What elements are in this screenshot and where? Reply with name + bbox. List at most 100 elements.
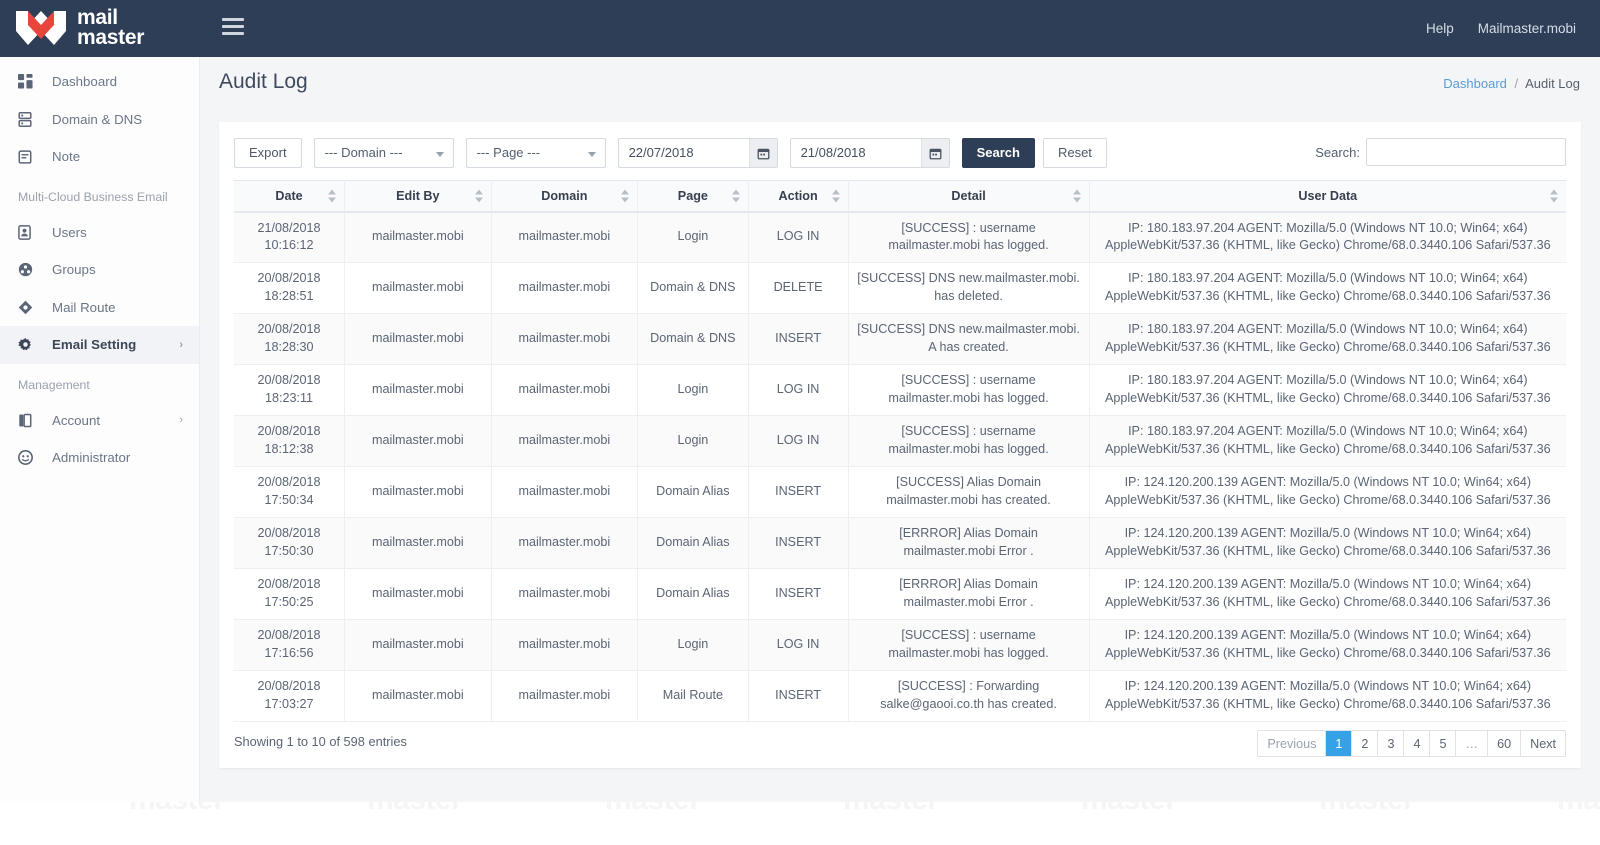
cell-edit-by: mailmaster.mobi xyxy=(345,314,492,365)
cell-user-data: IP: 124.120.200.139 AGENT: Mozilla/5.0 (… xyxy=(1089,467,1566,518)
column-header-page[interactable]: Page xyxy=(638,181,749,212)
sidebar-item-label: Users xyxy=(52,225,87,240)
column-header-date[interactable]: Date xyxy=(234,181,345,212)
sidebar-item-mail-route[interactable]: Mail Route xyxy=(0,289,199,327)
cell-detail: [SUCCESS] DNS new.mailmaster.mobi. has d… xyxy=(848,263,1089,314)
note-icon xyxy=(18,149,40,164)
sidebar-item-domain-dns[interactable]: Domain & DNS xyxy=(0,101,199,139)
column-header-detail[interactable]: Detail xyxy=(848,181,1089,212)
cell-page: Login xyxy=(638,212,749,263)
gear-icon xyxy=(18,337,40,352)
domain-select-value: --- Domain --- xyxy=(325,145,403,160)
date-from-value: 22/07/2018 xyxy=(629,145,694,160)
cell-action: LOG IN xyxy=(748,416,848,467)
table-body: 21/08/2018 10:16:12mailmaster.mobimailma… xyxy=(234,212,1566,722)
cell-detail: [SUCCESS] : username mailmaster.mobi has… xyxy=(848,416,1089,467)
column-header-label: Edit By xyxy=(396,189,439,203)
account-link[interactable]: Mailmaster.mobi xyxy=(1478,21,1576,36)
cell-page: Login xyxy=(638,416,749,467)
pagination-4[interactable]: 4 xyxy=(1404,731,1430,756)
cell-action: INSERT xyxy=(748,467,848,518)
sort-toggle-icon[interactable] xyxy=(1073,189,1081,202)
column-header-label: Page xyxy=(678,189,708,203)
date-to-input[interactable]: 21/08/2018 xyxy=(790,138,950,168)
page-title: Audit Log xyxy=(219,70,308,94)
page-select-value: --- Page --- xyxy=(477,145,541,160)
breadcrumb-current: Audit Log xyxy=(1525,76,1580,91)
pagination-5[interactable]: 5 xyxy=(1430,731,1456,756)
sidebar-item-users[interactable]: Users xyxy=(0,214,199,252)
breadcrumb-dashboard[interactable]: Dashboard xyxy=(1443,76,1507,91)
sidebar-item-account[interactable]: Account› xyxy=(0,402,199,440)
column-header-action[interactable]: Action xyxy=(748,181,848,212)
sort-toggle-icon[interactable] xyxy=(475,189,483,202)
sort-toggle-icon[interactable] xyxy=(621,189,629,202)
cell-domain: mailmaster.mobi xyxy=(491,569,638,620)
date-from-input[interactable]: 22/07/2018 xyxy=(618,138,778,168)
sort-toggle-icon[interactable] xyxy=(328,189,336,202)
pagination-3[interactable]: 3 xyxy=(1378,731,1404,756)
sidebar-item-administrator[interactable]: Administrator xyxy=(0,439,199,477)
calendar-icon[interactable] xyxy=(921,139,949,167)
domain-select[interactable]: --- Domain --- xyxy=(314,138,454,168)
cell-edit-by: mailmaster.mobi xyxy=(345,416,492,467)
sidebar-item-label: Domain & DNS xyxy=(52,112,142,127)
column-header-domain[interactable]: Domain xyxy=(491,181,638,212)
pagination-next[interactable]: Next xyxy=(1521,731,1565,756)
cell-detail: [SUCCESS] : username mailmaster.mobi has… xyxy=(848,365,1089,416)
cell-user-data: IP: 124.120.200.139 AGENT: Mozilla/5.0 (… xyxy=(1089,569,1566,620)
menu-toggle-icon[interactable] xyxy=(222,18,244,36)
cell-detail: [SUCCESS] : username mailmaster.mobi has… xyxy=(848,620,1089,671)
pagination-1[interactable]: 1 xyxy=(1326,731,1352,756)
export-button[interactable]: Export xyxy=(234,138,302,168)
cell-date: 20/08/2018 18:12:38 xyxy=(234,416,345,467)
column-header-edit-by[interactable]: Edit By xyxy=(345,181,492,212)
admin-icon xyxy=(18,450,40,465)
user-icon xyxy=(18,225,40,240)
calendar-icon[interactable] xyxy=(749,139,777,167)
table-row: 20/08/2018 17:03:27mailmaster.mobimailma… xyxy=(234,671,1566,722)
pagination-2[interactable]: 2 xyxy=(1352,731,1378,756)
reset-button[interactable]: Reset xyxy=(1043,138,1107,168)
brand-line-2: master xyxy=(77,28,144,48)
cell-page: Mail Route xyxy=(638,671,749,722)
help-link[interactable]: Help xyxy=(1426,21,1454,36)
app-logo[interactable]: mail master xyxy=(14,7,144,49)
search-button[interactable]: Search xyxy=(962,138,1035,168)
sidebar-item-groups[interactable]: Groups xyxy=(0,251,199,289)
table-row: 20/08/2018 17:50:25mailmaster.mobimailma… xyxy=(234,569,1566,620)
cell-detail: [ERRROR] Alias Domain mailmaster.mobi Er… xyxy=(848,518,1089,569)
sort-toggle-icon[interactable] xyxy=(1550,189,1558,202)
table-row: 20/08/2018 18:23:11mailmaster.mobimailma… xyxy=(234,365,1566,416)
pagination-60[interactable]: 60 xyxy=(1488,731,1521,756)
column-header-user-data[interactable]: User Data xyxy=(1089,181,1566,212)
table-row: 20/08/2018 17:50:30mailmaster.mobimailma… xyxy=(234,518,1566,569)
table-header: Date Edit By Domain Page ActionDetailUser Da… xyxy=(234,181,1566,212)
top-bar: mail master Help Mailmaster.mobi xyxy=(0,0,1600,57)
sidebar-item-email-setting[interactable]: Email Setting› xyxy=(0,326,199,364)
cell-date: 20/08/2018 18:28:30 xyxy=(234,314,345,365)
table-search: Search: xyxy=(1315,138,1566,166)
cell-action: LOG IN xyxy=(748,620,848,671)
brand-text: mail master xyxy=(77,8,144,48)
sidebar-item-note[interactable]: Note xyxy=(0,138,199,176)
sort-toggle-icon[interactable] xyxy=(732,189,740,202)
sort-toggle-icon[interactable] xyxy=(832,189,840,202)
cell-edit-by: mailmaster.mobi xyxy=(345,518,492,569)
cell-detail: [SUCCESS] : username mailmaster.mobi has… xyxy=(848,212,1089,263)
cell-action: INSERT xyxy=(748,314,848,365)
page-select[interactable]: --- Page --- xyxy=(466,138,606,168)
cell-date: 21/08/2018 10:16:12 xyxy=(234,212,345,263)
sidebar-item-dashboard[interactable]: Dashboard xyxy=(0,63,199,101)
pagination-: … xyxy=(1456,731,1488,756)
book-icon xyxy=(18,413,40,428)
chevron-right-icon: › xyxy=(179,414,183,426)
table-row: 21/08/2018 10:16:12mailmaster.mobimailma… xyxy=(234,212,1566,263)
search-input[interactable] xyxy=(1366,138,1566,166)
cell-domain: mailmaster.mobi xyxy=(491,467,638,518)
cell-user-data: IP: 180.183.97.204 AGENT: Mozilla/5.0 (W… xyxy=(1089,314,1566,365)
sidebar-item-label: Dashboard xyxy=(52,74,117,89)
table-row: 20/08/2018 18:12:38mailmaster.mobimailma… xyxy=(234,416,1566,467)
table-row: 20/08/2018 18:28:51mailmaster.mobimailma… xyxy=(234,263,1566,314)
chevron-down-icon xyxy=(436,152,444,157)
